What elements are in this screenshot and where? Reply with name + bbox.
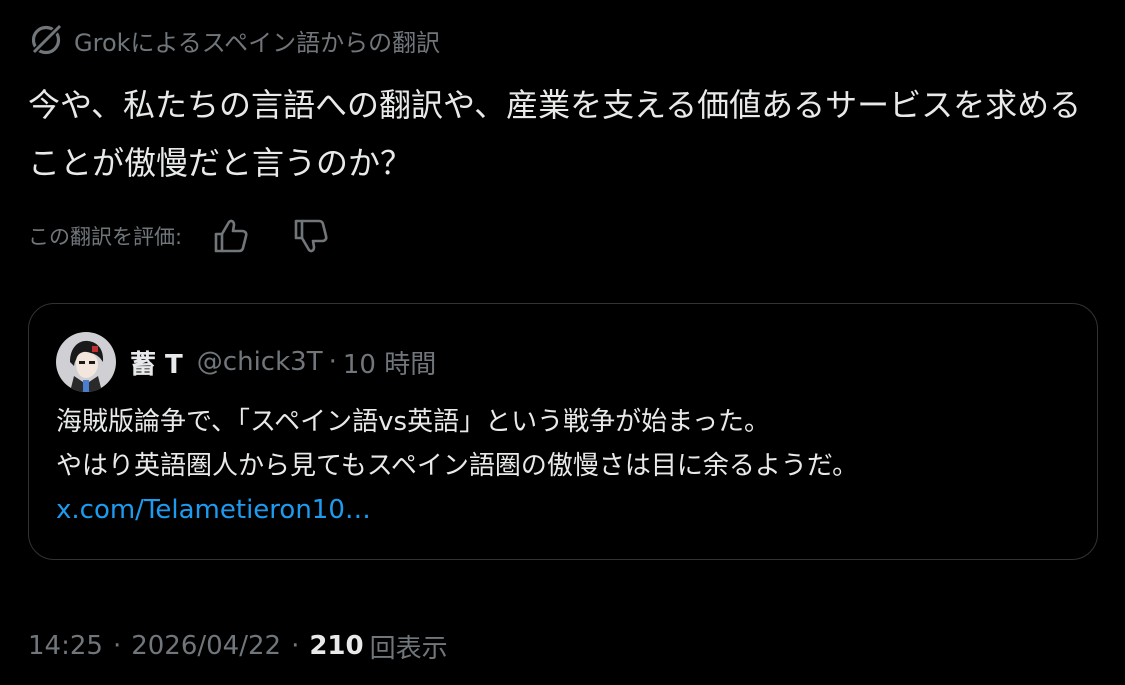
- quoted-post-card[interactable]: 蓄 T @chick3T · 10 時間 海賊版論争で、「スペイン語vs英語」と…: [28, 303, 1098, 560]
- rate-translation-row: この翻訳を評価:: [28, 214, 336, 258]
- meta-separator: ·: [291, 631, 300, 661]
- quoted-post-line-2: やはり英語圏人から見てもスペイン語圏の傲慢さは目に余るようだ。: [56, 451, 859, 481]
- grok-label-text: Grokによるスペイン語からの翻訳: [74, 28, 441, 57]
- view-count[interactable]: 210: [309, 631, 363, 661]
- thumbs-down-icon: [294, 219, 328, 253]
- translated-post-text: 今や、私たちの言語への翻訳や、産業を支える価値あるサービスを求めることが傲慢だと…: [28, 86, 1082, 182]
- quoted-post-body: 海賊版論争で、「スペイン語vs英語」という戦争が始まった。 やはり英語圏人から見…: [56, 400, 1066, 532]
- meta-separator: ·: [328, 347, 337, 377]
- post-metadata: 14:25 · 2026/04/22 · 210 回表示: [28, 624, 448, 668]
- post-time[interactable]: 14:25: [28, 631, 103, 661]
- meta-separator: ·: [112, 631, 122, 661]
- rate-translation-label: この翻訳を評価:: [28, 225, 183, 249]
- thumbs-up-icon: [214, 219, 248, 253]
- quoted-post-line-1: 海賊版論争で、「スペイン語vs英語」という戦争が始まった。: [56, 407, 771, 437]
- grok-translation-label: Grokによるスペイン語からの翻訳: [28, 20, 440, 60]
- avatar[interactable]: [56, 332, 116, 392]
- thumbs-down-button[interactable]: [284, 214, 336, 258]
- post-date[interactable]: 2026/04/22: [131, 631, 281, 661]
- quoted-author-name[interactable]: 蓄 T: [130, 344, 183, 381]
- quoted-post-time[interactable]: 10 時間: [343, 344, 436, 381]
- quoted-author-handle[interactable]: @chick3T: [197, 347, 323, 377]
- thumbs-up-button[interactable]: [204, 214, 256, 258]
- quoted-post-link[interactable]: x.com/Telametieron10…: [56, 495, 371, 525]
- grok-logo-icon: [28, 22, 64, 58]
- quoted-post-header: 蓄 T @chick3T · 10 時間: [56, 332, 436, 392]
- view-count-label[interactable]: 回表示: [370, 628, 448, 665]
